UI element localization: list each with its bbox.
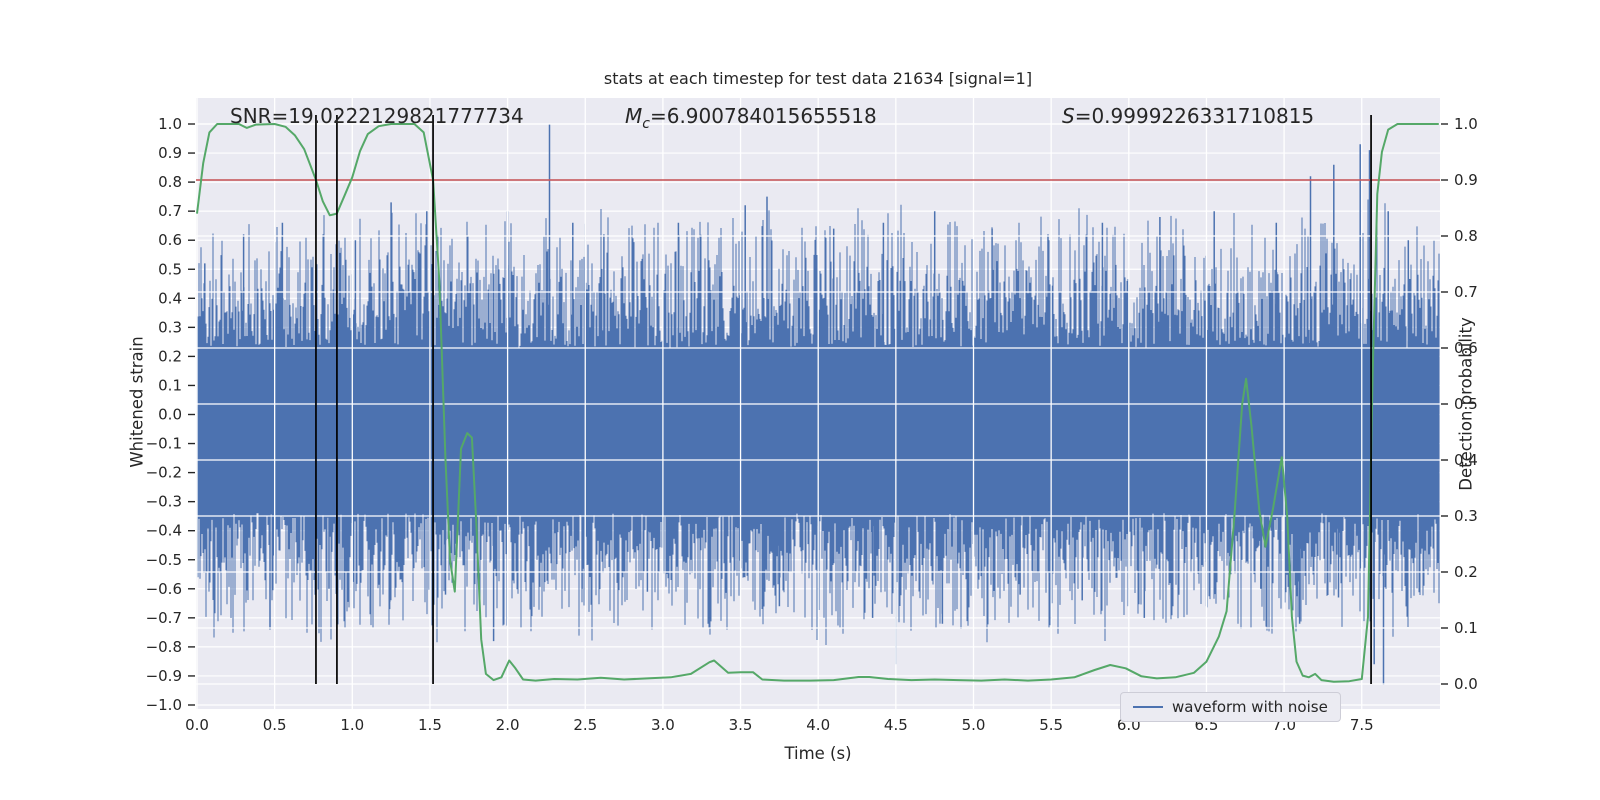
chart-title: stats at each timestep for test data 216…	[603, 69, 1033, 88]
y-left-tick-label: 0.1	[158, 376, 182, 394]
y-left-tick-label: −0.5	[146, 551, 182, 569]
x-tick-label: 3.0	[651, 716, 675, 734]
legend-line-swatch	[1133, 706, 1163, 708]
y-left-tick-label: −0.9	[146, 667, 182, 685]
chirp-mass-symbol: M	[625, 104, 643, 128]
y-right-tick-label: 0.9	[1454, 171, 1478, 189]
snr-text: SNR=19.0222129821777734	[230, 104, 524, 128]
x-tick-label: 0.5	[263, 716, 287, 734]
y-left-tick-label: 0.2	[158, 347, 182, 365]
legend-label: waveform with noise	[1172, 698, 1328, 716]
x-axis-title: Time (s)	[784, 744, 852, 763]
x-tick-label: 3.5	[729, 716, 753, 734]
y-right-tick-label: 0.8	[1454, 227, 1478, 245]
x-tick-label: 4.0	[806, 716, 830, 734]
y-right-tick-label: 0.7	[1454, 283, 1478, 301]
x-tick-label: 4.5	[884, 716, 908, 734]
y-left-tick-label: 0.6	[158, 231, 182, 249]
annotation-snr: SNR=19.0222129821777734	[230, 104, 524, 128]
significance-value: =0.9999226331710815	[1074, 104, 1315, 128]
y-right-tick-label: 0.3	[1454, 507, 1478, 525]
y-right-tick-label: 1.0	[1454, 115, 1478, 133]
y-left-tick-label: 0.5	[158, 260, 182, 278]
figure: 1.0 0.9 0.8 0.7 0.6 0.5 0.4 0.3 0.2 0.1 0.0 −0.1 −0.…	[0, 0, 1600, 800]
y-right-tick-label: 0.0	[1454, 675, 1478, 693]
y-left-tick-label: 0.8	[158, 173, 182, 191]
legend: waveform with noise	[1120, 692, 1341, 722]
left-axis-title: Whitened strain	[127, 336, 147, 468]
x-tick-label: 2.0	[496, 716, 520, 734]
significance-symbol: S	[1062, 104, 1075, 128]
y-left-tick-label: −0.8	[146, 638, 182, 656]
y-left-tick-label: 0.7	[158, 202, 182, 220]
x-tick-label: 0.0	[185, 716, 209, 734]
y-right-tick-label: 0.1	[1454, 619, 1478, 637]
y-left-tick-label: 0.3	[158, 318, 182, 336]
right-axis-title: Detection probability	[1456, 317, 1476, 491]
y-left-tick-label: −0.3	[146, 493, 182, 511]
chirp-mass-value: =6.900784015655518	[649, 104, 877, 128]
y-left-tick-label: −0.1	[146, 435, 182, 453]
x-tick-label: 5.0	[962, 716, 986, 734]
y-left-tick-label: −0.2	[146, 464, 182, 482]
x-tick-label: 1.5	[418, 716, 442, 734]
y-left-tick-label: 0.9	[158, 144, 182, 162]
y-left-tick-label: 0.4	[158, 289, 182, 307]
y-right-tick-label: 0.2	[1454, 563, 1478, 581]
x-tick-label: 1.0	[340, 716, 364, 734]
y-left-tick-label: −0.7	[146, 609, 182, 627]
chirp-mass-subscript: c	[642, 116, 650, 132]
y-left-tick-label: −0.6	[146, 580, 182, 598]
annotation-chirp-mass: Mc=6.900784015655518	[625, 104, 877, 132]
x-tick-label: 2.5	[573, 716, 597, 734]
x-tick-label: 7.5	[1350, 716, 1374, 734]
y-left-tick-label: −0.4	[146, 522, 182, 540]
annotation-significance: S=0.9999226331710815	[1062, 104, 1314, 128]
y-left-tick-label: 1.0	[158, 115, 182, 133]
y-left-tick-label: 0.0	[158, 406, 182, 424]
x-tick-label: 5.5	[1039, 716, 1063, 734]
y-left-tick-label: −1.0	[146, 696, 182, 714]
